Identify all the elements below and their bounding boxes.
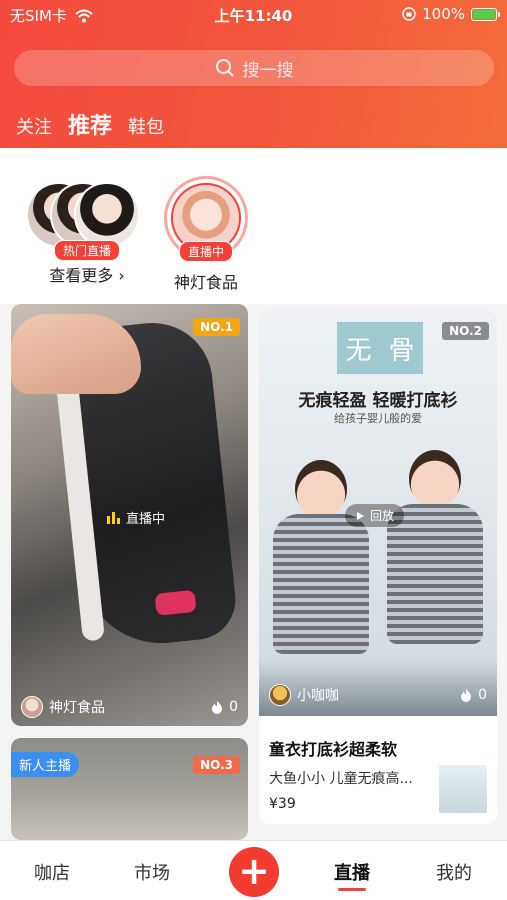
rank-badge: NO.3 bbox=[193, 756, 240, 774]
live-card-1[interactable]: NO.1 直播中 神灯食品 0 bbox=[11, 304, 248, 726]
tab-shoes-bags[interactable]: 鞋包 bbox=[128, 113, 164, 139]
card-footer: 神灯食品 0 bbox=[21, 696, 238, 718]
nav-live[interactable]: 直播 bbox=[334, 859, 370, 891]
flame-icon bbox=[212, 701, 223, 714]
header: 无SIM卡 上午11:40 100% 搜一搜 关注 推荐 鞋包 bbox=[0, 0, 507, 148]
live-indicator: 直播中 bbox=[107, 508, 165, 527]
search-placeholder: 搜一搜 bbox=[242, 60, 294, 81]
replay-card-2[interactable]: 无 骨 NO.2 无痕轻盈 轻暖打底衫 给孩子婴儿般的爱 回放 小咖咖 0 童衣… bbox=[259, 310, 497, 824]
bottom-nav: 咖店 市场 + 直播 我的 bbox=[0, 840, 507, 900]
author-name: 小咖咖 bbox=[297, 688, 339, 704]
live-badge: 直播中 bbox=[178, 241, 234, 262]
card-footer: 小咖咖 0 bbox=[269, 684, 487, 706]
avatar bbox=[269, 684, 291, 706]
banner-headline: 无痕轻盈 轻暖打底衫 bbox=[298, 391, 458, 411]
new-host-tag: 新人主播 bbox=[11, 752, 80, 777]
nav-market[interactable]: 市场 bbox=[134, 859, 170, 885]
play-icon bbox=[357, 511, 364, 520]
story-label-shendeng: 神灯食品 bbox=[173, 273, 238, 292]
author-name: 神灯食品 bbox=[49, 700, 105, 716]
live-avatar: 直播中 bbox=[164, 176, 248, 262]
replay-button[interactable]: 回放 bbox=[345, 504, 405, 527]
product-price: ¥39 bbox=[269, 796, 296, 812]
live-card-3[interactable]: 新人主播 NO.3 bbox=[11, 738, 248, 840]
nav-shop[interactable]: 咖店 bbox=[34, 859, 70, 885]
like-count: 0 bbox=[229, 699, 238, 715]
battery-percent: 100% bbox=[422, 5, 465, 23]
search-input[interactable]: 搜一搜 bbox=[14, 50, 494, 86]
nav-mine[interactable]: 我的 bbox=[436, 859, 472, 885]
story-hot-live[interactable]: 热门直播 查看更多 › bbox=[22, 182, 152, 286]
replay-text: 回放 bbox=[370, 509, 395, 523]
hot-live-badge: 热门直播 bbox=[53, 240, 121, 261]
hand-image bbox=[11, 314, 141, 394]
rank-badge: NO.2 bbox=[442, 322, 489, 340]
product-desc: 大鱼小小 儿童无痕高... bbox=[269, 771, 413, 787]
tab-follow[interactable]: 关注 bbox=[16, 113, 52, 139]
kid-image bbox=[387, 450, 483, 670]
product-thumbnail[interactable] bbox=[439, 765, 487, 813]
live-text: 直播中 bbox=[126, 512, 166, 527]
tab-recommend[interactable]: 推荐 bbox=[68, 108, 112, 140]
status-bar: 无SIM卡 上午11:40 100% bbox=[0, 0, 507, 30]
rank-badge: NO.1 bbox=[193, 318, 240, 336]
search-icon bbox=[215, 59, 234, 77]
live-stories: 热门直播 查看更多 › 直播中 神灯食品 bbox=[0, 148, 507, 304]
kid-image bbox=[273, 460, 369, 680]
top-tabs: 关注 推荐 鞋包 bbox=[0, 108, 164, 140]
avatar bbox=[21, 696, 43, 718]
avatar-stack: 热门直播 bbox=[22, 182, 152, 261]
banner-subline: 给孩子婴儿般的爱 bbox=[334, 412, 422, 425]
flame-icon bbox=[461, 689, 472, 702]
avatar bbox=[74, 182, 140, 248]
like-count: 0 bbox=[478, 687, 487, 703]
feed-grid: NO.1 直播中 神灯食品 0 无 骨 NO.2 无痕轻盈 轻暖打底衫 给孩子婴… bbox=[0, 304, 507, 840]
story-shendeng[interactable]: 直播中 神灯食品 bbox=[164, 176, 248, 293]
brand-logo: 无 骨 bbox=[337, 322, 423, 374]
story-label-more[interactable]: 查看更多 › bbox=[22, 262, 152, 286]
add-button[interactable]: + bbox=[229, 847, 279, 897]
product-title: 童衣打底衫超柔软 bbox=[269, 740, 398, 759]
orientation-lock-icon bbox=[402, 7, 416, 21]
live-bars-icon bbox=[107, 511, 120, 524]
battery-icon bbox=[471, 7, 500, 21]
product-banner: 无 骨 NO.2 无痕轻盈 轻暖打底衫 给孩子婴儿般的爱 回放 小咖咖 0 bbox=[259, 310, 497, 716]
